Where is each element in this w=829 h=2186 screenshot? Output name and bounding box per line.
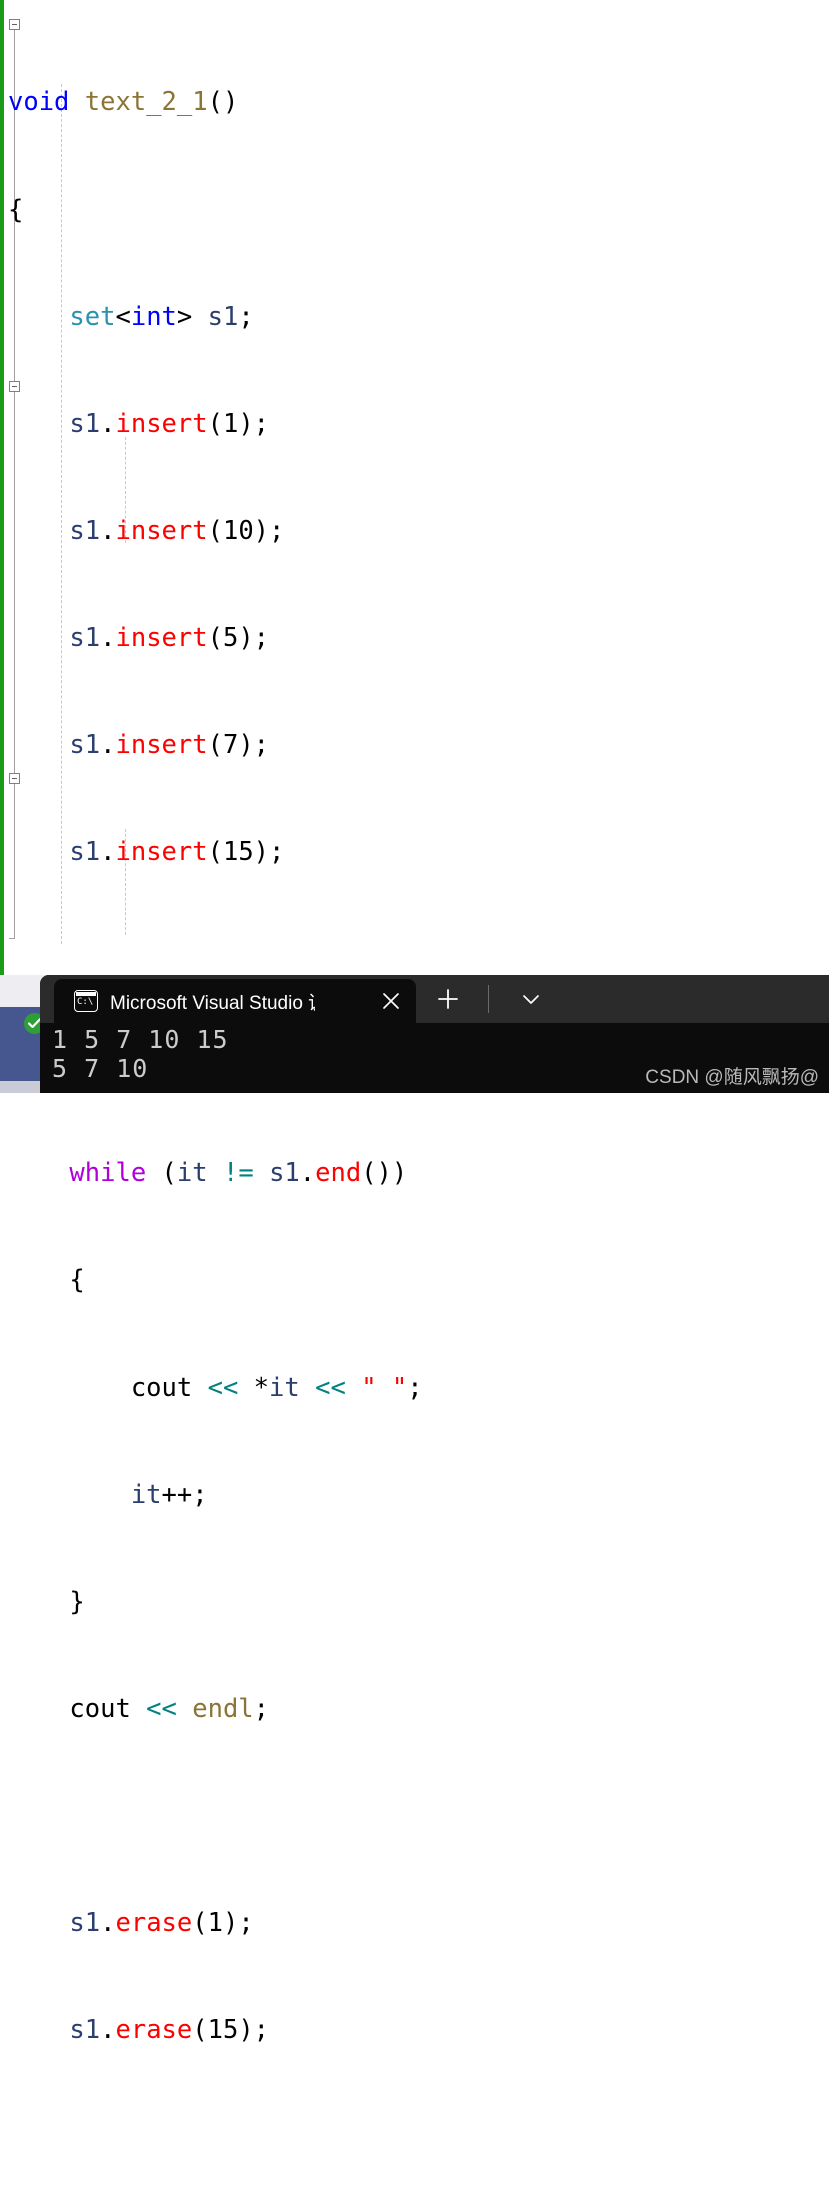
console-output-line: 1 5 7 10 15 xyxy=(52,1025,229,1054)
tab-bar-divider xyxy=(488,985,489,1013)
code-line: s1.insert(15); xyxy=(69,837,285,868)
terminal-icon-label: C:\ xyxy=(77,997,94,1007)
code-line: { xyxy=(8,194,24,225)
console-tab[interactable]: C:\ Microsoft Visual Studio 调试控 xyxy=(54,979,416,1023)
close-icon[interactable] xyxy=(380,990,402,1012)
console-tab-title: Microsoft Visual Studio 调试控 xyxy=(110,992,315,1014)
code-line: s1.erase(1); xyxy=(69,1908,254,1938)
code-line: while (it != s1.end()) xyxy=(69,1158,408,1189)
code-editor[interactable]: void text_2_1() { set<int> s1; s1.insert… xyxy=(0,0,829,2045)
code-line: s1.erase(15); xyxy=(69,2015,270,2046)
code-line: set<int> s1; xyxy=(69,301,254,332)
code-line: it++; xyxy=(130,1479,208,1510)
new-tab-icon[interactable] xyxy=(436,987,460,1011)
code-line: { xyxy=(8,1265,85,1296)
console-output-line: 5 7 10 xyxy=(52,1054,149,1083)
code-content[interactable]: void text_2_1() { set<int> s1; s1.insert… xyxy=(8,14,607,2186)
code-line: s1.insert(10); xyxy=(69,515,285,546)
code-line: s1.insert(7); xyxy=(69,729,270,760)
terminal-icon: C:\ xyxy=(74,990,98,1012)
code-line: s1.insert(1); xyxy=(69,408,270,439)
code-line: void text_2_1() xyxy=(8,87,239,118)
code-line: } xyxy=(8,1586,85,1617)
chevron-down-icon[interactable] xyxy=(520,989,542,1009)
console-tab-bar[interactable]: C:\ Microsoft Visual Studio 调试控 xyxy=(40,975,829,1023)
csdn-watermark: CSDN @随风飘扬@ xyxy=(645,1067,819,1088)
code-line: s1.insert(5); xyxy=(69,622,270,653)
code-line: cout << endl; xyxy=(8,1693,270,1724)
code-line: cout << *it << " "; xyxy=(8,1372,423,1403)
